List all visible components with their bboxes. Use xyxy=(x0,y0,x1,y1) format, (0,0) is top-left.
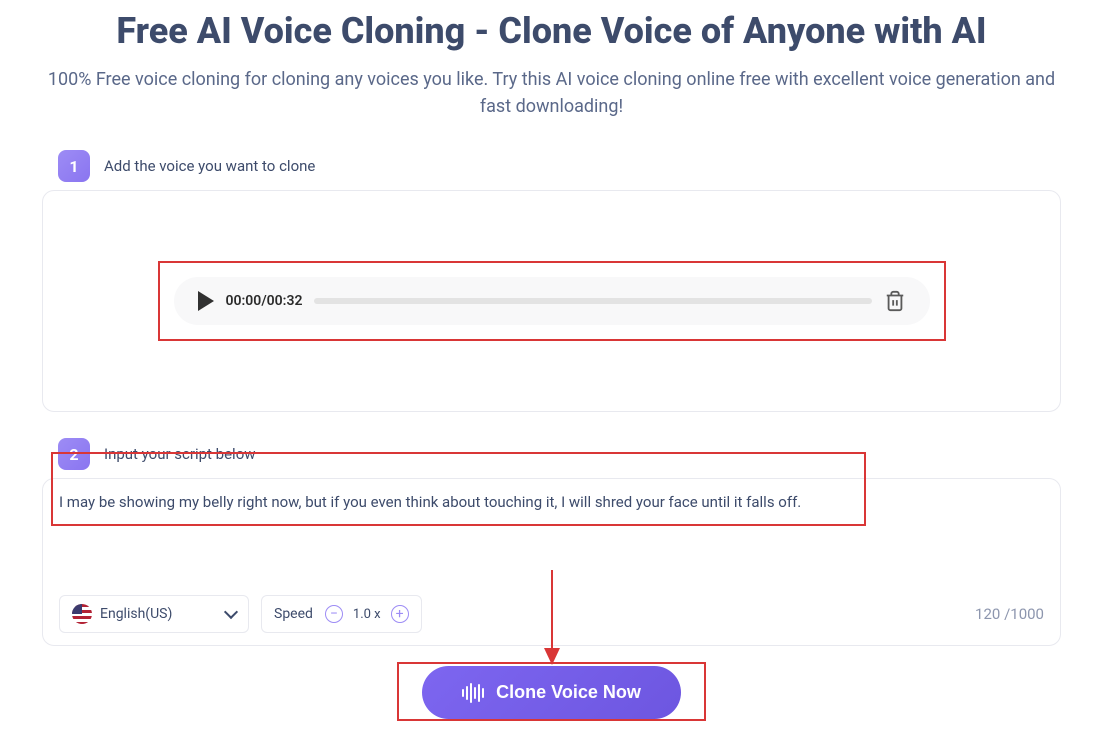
script-textarea[interactable] xyxy=(43,479,1060,579)
step-2-header: 2 Input your script below xyxy=(42,438,1061,470)
script-card-footer: English(US) Speed − 1.0 x + xyxy=(43,583,1060,645)
voice-upload-card: 00:00/00:32 xyxy=(42,190,1061,412)
speed-label: Speed xyxy=(274,606,313,622)
trash-icon[interactable] xyxy=(884,289,906,313)
language-text: English(US) xyxy=(100,606,172,622)
flag-icon xyxy=(72,604,92,624)
page-subtitle: 100% Free voice cloning for cloning any … xyxy=(40,66,1063,120)
step-1-badge: 1 xyxy=(58,150,90,182)
speed-selector: Speed − 1.0 x + xyxy=(261,595,422,633)
audio-time: 00:00/00:32 xyxy=(226,293,303,309)
audio-progress-bar[interactable] xyxy=(314,298,871,304)
speed-decrease-button[interactable]: − xyxy=(325,605,343,623)
script-input-card: English(US) Speed − 1.0 x + xyxy=(42,478,1061,646)
step-1-header: 1 Add the voice you want to clone xyxy=(42,150,1061,182)
page-title: Free AI Voice Cloning - Clone Voice of A… xyxy=(40,10,1063,52)
audio-duration: 00:32 xyxy=(267,293,303,309)
clone-voice-button[interactable]: Clone Voice Now xyxy=(422,666,681,719)
char-max: 1000 xyxy=(1010,605,1044,623)
speed-value: 1.0 x xyxy=(353,607,381,622)
audio-current-time: 00:00 xyxy=(226,293,262,309)
audio-player-highlight: 00:00/00:32 xyxy=(158,261,946,341)
chevron-down-icon xyxy=(224,605,238,619)
play-icon[interactable] xyxy=(198,291,214,311)
step-2-badge: 2 xyxy=(58,438,90,470)
language-selector[interactable]: English(US) xyxy=(59,595,249,633)
char-counter: 120 /1000 xyxy=(975,605,1044,623)
step-2-label: Input your script below xyxy=(104,445,256,463)
wave-icon xyxy=(462,683,484,703)
speed-increase-button[interactable]: + xyxy=(391,605,409,623)
clone-button-label: Clone Voice Now xyxy=(496,682,641,703)
audio-player: 00:00/00:32 xyxy=(174,277,930,325)
step-1-label: Add the voice you want to clone xyxy=(104,157,315,175)
char-count: 120 xyxy=(975,605,1000,623)
